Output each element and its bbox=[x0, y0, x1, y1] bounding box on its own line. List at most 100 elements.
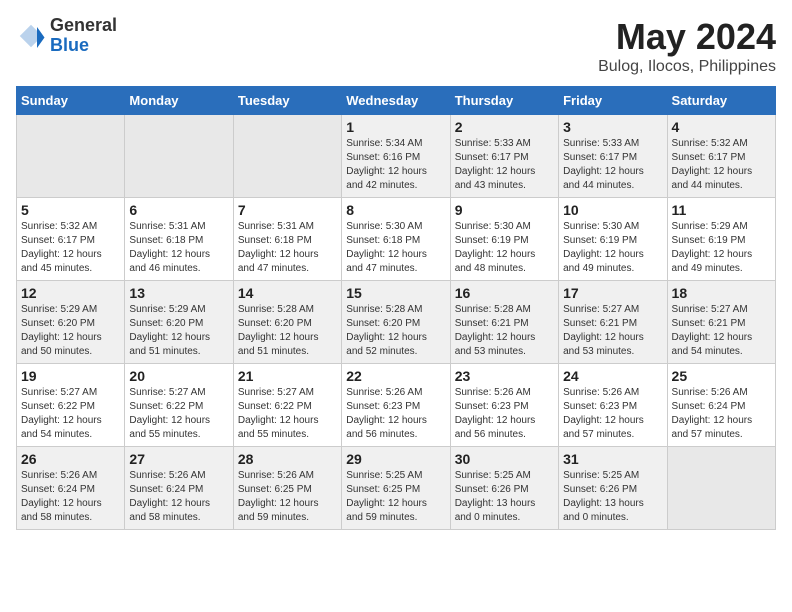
calendar-day-cell: 23Sunrise: 5:26 AM Sunset: 6:23 PM Dayli… bbox=[450, 364, 558, 447]
calendar-table: SundayMondayTuesdayWednesdayThursdayFrid… bbox=[16, 86, 776, 530]
weekday-header-monday: Monday bbox=[125, 87, 233, 115]
month-year-title: May 2024 bbox=[598, 16, 776, 58]
calendar-day-cell: 27 Sunrise: 5:26 AM Sunset: 6:24 PM Dayli… bbox=[125, 447, 233, 530]
calendar-day-cell: 20Sunrise: 5:27 AM Sunset: 6:22 PM Dayli… bbox=[125, 364, 233, 447]
calendar-day-cell: 30 Sunrise: 5:25 AM Sunset: 6:26 PM Dayli… bbox=[450, 447, 558, 530]
calendar-day-cell: 29Sunrise: 5:25 AM Sunset: 6:25 PM Dayli… bbox=[342, 447, 450, 530]
location-subtitle: Bulog, Ilocos, Philippines bbox=[598, 58, 776, 76]
day-info: Sunrise: 5:29 AM Sunset: 6:20 PM Dayligh… bbox=[21, 303, 120, 359]
calendar-day-cell bbox=[233, 115, 341, 198]
day-info: Sunrise: 5:30 AM Sunset: 6:18 PM Dayligh… bbox=[346, 220, 445, 276]
day-number: 19 bbox=[21, 368, 120, 384]
weekday-header-tuesday: Tuesday bbox=[233, 87, 341, 115]
day-info: Sunrise: 5:27 AM Sunset: 6:22 PM Dayligh… bbox=[238, 386, 337, 442]
calendar-day-cell: 25 Sunrise: 5:26 AM Sunset: 6:24 PM Dayli… bbox=[667, 364, 775, 447]
day-number: 9 bbox=[455, 202, 554, 218]
day-number: 28 bbox=[238, 451, 337, 467]
weekday-header-row: SundayMondayTuesdayWednesdayThursdayFrid… bbox=[17, 87, 776, 115]
day-info: Sunrise: 5:31 AM Sunset: 6:18 PM Dayligh… bbox=[238, 220, 337, 276]
calendar-day-cell: 9 Sunrise: 5:30 AM Sunset: 6:19 PM Daylig… bbox=[450, 198, 558, 281]
day-info: Sunrise: 5:26 AM Sunset: 6:25 PM Dayligh… bbox=[238, 469, 337, 525]
logo-blue-text: Blue bbox=[50, 36, 117, 56]
day-info: Sunrise: 5:26 AM Sunset: 6:24 PM Dayligh… bbox=[129, 469, 228, 525]
day-info: Sunrise: 5:25 AM Sunset: 6:26 PM Dayligh… bbox=[455, 469, 554, 525]
day-number: 4 bbox=[672, 119, 771, 135]
day-number: 25 bbox=[672, 368, 771, 384]
day-info: Sunrise: 5:26 AM Sunset: 6:24 PM Dayligh… bbox=[672, 386, 771, 442]
day-info: Sunrise: 5:28 AM Sunset: 6:20 PM Dayligh… bbox=[346, 303, 445, 359]
day-number: 3 bbox=[563, 119, 662, 135]
day-info: Sunrise: 5:27 AM Sunset: 6:22 PM Dayligh… bbox=[129, 386, 228, 442]
weekday-header-sunday: Sunday bbox=[17, 87, 125, 115]
day-info: Sunrise: 5:29 AM Sunset: 6:20 PM Dayligh… bbox=[129, 303, 228, 359]
calendar-day-cell: 10 Sunrise: 5:30 AM Sunset: 6:19 PM Dayli… bbox=[559, 198, 667, 281]
calendar-day-cell: 19 Sunrise: 5:27 AM Sunset: 6:22 PM Dayli… bbox=[17, 364, 125, 447]
day-number: 11 bbox=[672, 202, 771, 218]
day-info: Sunrise: 5:26 AM Sunset: 6:23 PM Dayligh… bbox=[455, 386, 554, 442]
day-info: Sunrise: 5:27 AM Sunset: 6:22 PM Dayligh… bbox=[21, 386, 120, 442]
calendar-day-cell bbox=[17, 115, 125, 198]
day-number: 17 bbox=[563, 285, 662, 301]
day-number: 15 bbox=[346, 285, 445, 301]
day-info: Sunrise: 5:34 AM Sunset: 6:16 PM Dayligh… bbox=[346, 137, 445, 193]
day-info: Sunrise: 5:28 AM Sunset: 6:20 PM Dayligh… bbox=[238, 303, 337, 359]
calendar-day-cell bbox=[667, 447, 775, 530]
logo-icon bbox=[16, 21, 46, 51]
day-info: Sunrise: 5:32 AM Sunset: 6:17 PM Dayligh… bbox=[21, 220, 120, 276]
weekday-header-thursday: Thursday bbox=[450, 87, 558, 115]
calendar-day-cell: 31 Sunrise: 5:25 AM Sunset: 6:26 PM Dayli… bbox=[559, 447, 667, 530]
calendar-day-cell: 22 Sunrise: 5:26 AM Sunset: 6:23 PM Dayli… bbox=[342, 364, 450, 447]
day-number: 18 bbox=[672, 285, 771, 301]
calendar-day-cell: 8 Sunrise: 5:30 AM Sunset: 6:18 PM Daylig… bbox=[342, 198, 450, 281]
calendar-day-cell: 4 Sunrise: 5:32 AM Sunset: 6:17 PM Daylig… bbox=[667, 115, 775, 198]
day-number: 22 bbox=[346, 368, 445, 384]
weekday-header-saturday: Saturday bbox=[667, 87, 775, 115]
calendar-day-cell: 2 Sunrise: 5:33 AM Sunset: 6:17 PM Daylig… bbox=[450, 115, 558, 198]
day-info: Sunrise: 5:30 AM Sunset: 6:19 PM Dayligh… bbox=[455, 220, 554, 276]
day-number: 8 bbox=[346, 202, 445, 218]
day-info: Sunrise: 5:33 AM Sunset: 6:17 PM Dayligh… bbox=[455, 137, 554, 193]
day-number: 2 bbox=[455, 119, 554, 135]
calendar-day-cell: 17 Sunrise: 5:27 AM Sunset: 6:21 PM Dayli… bbox=[559, 281, 667, 364]
logo-general-text: General bbox=[50, 16, 117, 36]
day-info: Sunrise: 5:26 AM Sunset: 6:24 PM Dayligh… bbox=[21, 469, 120, 525]
day-number: 24 bbox=[563, 368, 662, 384]
calendar-day-cell: 28 Sunrise: 5:26 AM Sunset: 6:25 PM Dayli… bbox=[233, 447, 341, 530]
weekday-header-wednesday: Wednesday bbox=[342, 87, 450, 115]
header: General Blue May 2024 Bulog, Ilocos, Phi… bbox=[16, 16, 776, 76]
day-number: 1 bbox=[346, 119, 445, 135]
day-info: Sunrise: 5:26 AM Sunset: 6:23 PM Dayligh… bbox=[346, 386, 445, 442]
calendar-day-cell: 16Sunrise: 5:28 AM Sunset: 6:21 PM Dayli… bbox=[450, 281, 558, 364]
calendar-week-row: 12 Sunrise: 5:29 AM Sunset: 6:20 PM Dayli… bbox=[17, 281, 776, 364]
calendar-week-row: 19 Sunrise: 5:27 AM Sunset: 6:22 PM Dayli… bbox=[17, 364, 776, 447]
calendar-day-cell bbox=[125, 115, 233, 198]
calendar-day-cell: 12 Sunrise: 5:29 AM Sunset: 6:20 PM Dayli… bbox=[17, 281, 125, 364]
calendar-day-cell: 21 Sunrise: 5:27 AM Sunset: 6:22 PM Dayli… bbox=[233, 364, 341, 447]
day-info: Sunrise: 5:26 AM Sunset: 6:23 PM Dayligh… bbox=[563, 386, 662, 442]
calendar-week-row: 5 Sunrise: 5:32 AM Sunset: 6:17 PM Daylig… bbox=[17, 198, 776, 281]
calendar-day-cell: 14Sunrise: 5:28 AM Sunset: 6:20 PM Dayli… bbox=[233, 281, 341, 364]
day-info: Sunrise: 5:32 AM Sunset: 6:17 PM Dayligh… bbox=[672, 137, 771, 193]
day-info: Sunrise: 5:28 AM Sunset: 6:21 PM Dayligh… bbox=[455, 303, 554, 359]
day-number: 31 bbox=[563, 451, 662, 467]
calendar-day-cell: 7Sunrise: 5:31 AM Sunset: 6:18 PM Daylig… bbox=[233, 198, 341, 281]
weekday-header-friday: Friday bbox=[559, 87, 667, 115]
day-info: Sunrise: 5:33 AM Sunset: 6:17 PM Dayligh… bbox=[563, 137, 662, 193]
day-number: 21 bbox=[238, 368, 337, 384]
day-number: 30 bbox=[455, 451, 554, 467]
day-info: Sunrise: 5:27 AM Sunset: 6:21 PM Dayligh… bbox=[563, 303, 662, 359]
day-info: Sunrise: 5:30 AM Sunset: 6:19 PM Dayligh… bbox=[563, 220, 662, 276]
day-number: 6 bbox=[129, 202, 228, 218]
calendar-day-cell: 6Sunrise: 5:31 AM Sunset: 6:18 PM Daylig… bbox=[125, 198, 233, 281]
day-number: 13 bbox=[129, 285, 228, 301]
calendar-day-cell: 15 Sunrise: 5:28 AM Sunset: 6:20 PM Dayli… bbox=[342, 281, 450, 364]
day-number: 26 bbox=[21, 451, 120, 467]
day-info: Sunrise: 5:25 AM Sunset: 6:26 PM Dayligh… bbox=[563, 469, 662, 525]
day-number: 27 bbox=[129, 451, 228, 467]
day-number: 10 bbox=[563, 202, 662, 218]
calendar-day-cell: 13 Sunrise: 5:29 AM Sunset: 6:20 PM Dayli… bbox=[125, 281, 233, 364]
day-number: 5 bbox=[21, 202, 120, 218]
calendar-day-cell: 18Sunrise: 5:27 AM Sunset: 6:21 PM Dayli… bbox=[667, 281, 775, 364]
calendar-day-cell: 1 Sunrise: 5:34 AM Sunset: 6:16 PM Daylig… bbox=[342, 115, 450, 198]
day-number: 12 bbox=[21, 285, 120, 301]
